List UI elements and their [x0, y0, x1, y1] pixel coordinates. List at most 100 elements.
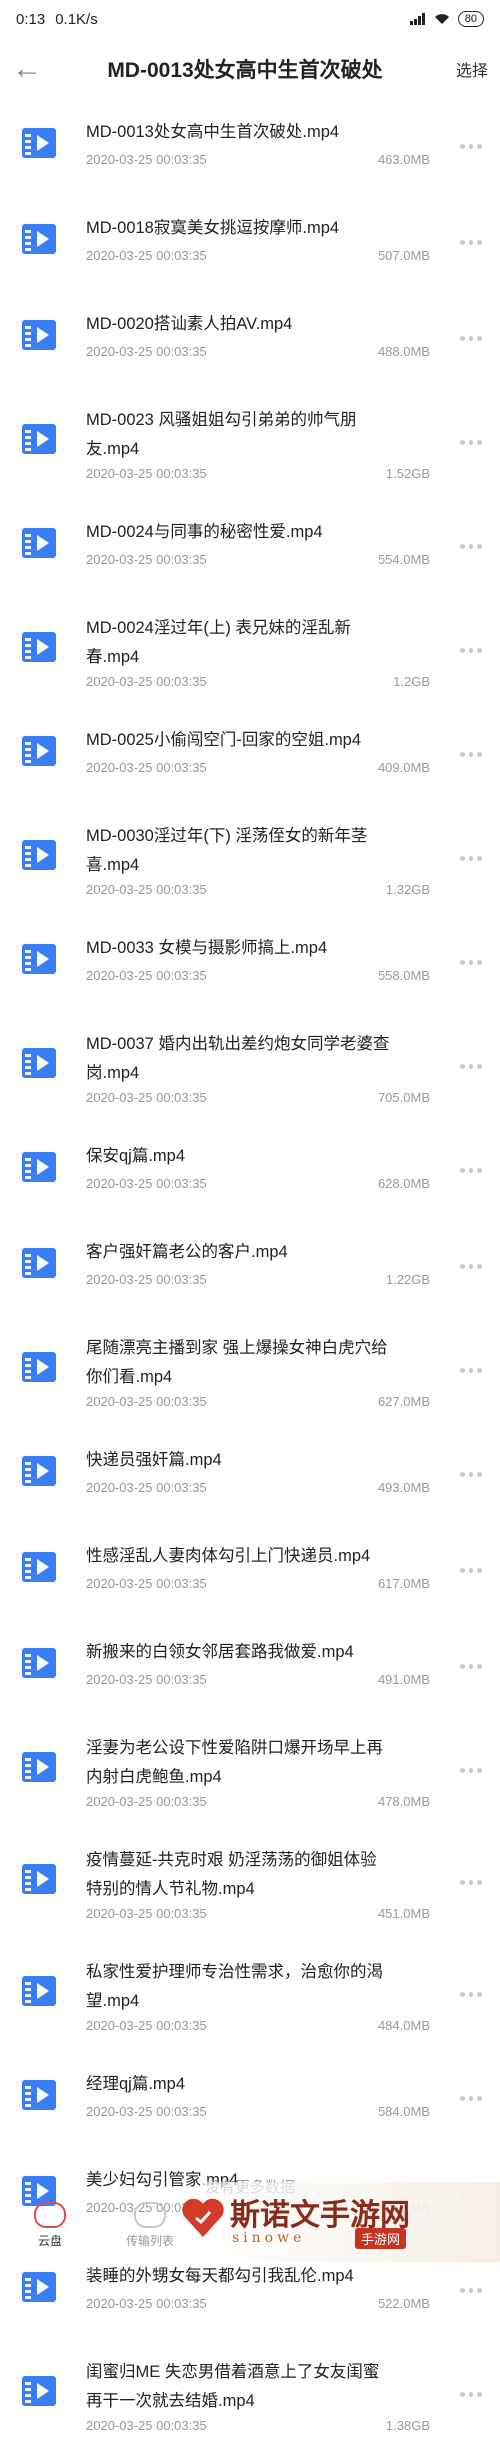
more-options-icon[interactable]: [460, 1368, 483, 1374]
more-options-icon[interactable]: [460, 2392, 483, 2398]
file-size: 488.0MB: [377, 344, 430, 359]
video-file-icon: [22, 632, 56, 662]
file-date: 2020-03-25 00:03:35: [86, 1272, 207, 1287]
video-file-icon: [22, 128, 56, 158]
file-row[interactable]: MD-0025小偷闯空门-回家的空姐.mp4 2020-03-25 00:03:3…: [0, 710, 500, 806]
file-name-line: MD-0024与同事的秘密性爱.mp4: [86, 523, 323, 541]
more-options-icon[interactable]: [460, 1768, 483, 1774]
file-row[interactable]: 经理qj篇.mp4 2020-03-25 00:03:35 584.0MB: [0, 2054, 500, 2150]
file-row[interactable]: 客户强奸篇老公的客户.mp4 2020-03-25 00:03:35 1.22GB: [0, 1222, 500, 1318]
file-name-line: 特别的情人节礼物.mp4: [86, 1880, 255, 1898]
file-name: 保安qj篇.mp4: [86, 1142, 436, 1171]
file-row[interactable]: MD-0013处女高中生首次破处.mp4 2020-03-25 00:03:35 4…: [0, 102, 500, 198]
file-name: 装睡的外甥女每天都勾引我乱伦.mp4: [86, 2262, 436, 2291]
file-name: MD-0018寂寞美女挑逗按摩师.mp4: [86, 214, 436, 243]
video-file-icon: [22, 224, 56, 254]
select-button[interactable]: 选择: [438, 57, 488, 81]
more-options-icon[interactable]: [460, 2288, 483, 2294]
more-options-icon[interactable]: [460, 1064, 483, 1070]
more-options-icon[interactable]: [460, 1664, 483, 1670]
video-file-icon: [22, 1552, 56, 1582]
file-name: 尾随漂亮主播到家 强上爆操女神白虎穴给 你们看.mp4: [86, 1334, 436, 1392]
file-size: 554.0MB: [377, 552, 430, 567]
file-row[interactable]: MD-0024淫过年(上) 表兄妹的淫乱新 春.mp4 2020-03-25 00:…: [0, 598, 500, 710]
status-time: 0:13: [16, 10, 46, 28]
video-file-icon: [22, 2080, 56, 2110]
file-name-line: MD-0024淫过年(上) 表兄妹的淫乱新: [86, 619, 351, 637]
file-row[interactable]: 新搬来的白领女邻居套路我做爱.mp4 2020-03-25 00:03:35 491…: [0, 1622, 500, 1718]
more-options-icon[interactable]: [460, 752, 483, 758]
file-name-line: 装睡的外甥女每天都勾引我乱伦.mp4: [86, 2267, 354, 2285]
file-size: 1.52GB: [385, 466, 430, 481]
file-name: 客户强奸篇老公的客户.mp4: [86, 1238, 436, 1267]
more-options-icon[interactable]: [460, 1992, 483, 1998]
file-name: MD-0024淫过年(上) 表兄妹的淫乱新 春.mp4: [86, 614, 436, 672]
file-name-line: 快递员强奸篇.mp4: [86, 1451, 222, 1469]
file-date: 2020-03-25 00:03:35: [86, 674, 207, 689]
file-row[interactable]: MD-0037 婚内出轨出差约炮女同学老婆查 岗.mp4 2020-03-25 00…: [0, 1014, 500, 1126]
more-options-icon[interactable]: [460, 1568, 483, 1574]
more-options-icon[interactable]: [460, 1472, 483, 1478]
back-arrow-icon[interactable]: ←: [12, 52, 52, 86]
file-size: 705.0MB: [377, 1090, 430, 1105]
status-bar: 0:13 0.1K/s 80: [0, 0, 500, 38]
heart-logo-icon: [182, 2198, 224, 2237]
file-row[interactable]: MD-0033 女模与摄影师搞上.mp4 2020-03-25 00:03:35 5…: [0, 918, 500, 1014]
tab-cloud-drive[interactable]: 云盘: [15, 2190, 85, 2249]
more-options-icon[interactable]: [460, 544, 483, 550]
more-options-icon[interactable]: [460, 1168, 483, 1174]
file-size: 451.0MB: [377, 1906, 430, 1921]
status-icons: 80: [409, 11, 484, 27]
tab-cloud-drive-label: 云盘: [37, 2234, 62, 2248]
file-name-line: 尾随漂亮主播到家 强上爆操女神白虎穴给: [86, 1339, 388, 1357]
file-size: 558.0MB: [377, 968, 430, 983]
more-options-icon[interactable]: [460, 2096, 483, 2102]
file-name: MD-0030淫过年(下) 淫荡侄女的新年茎 喜.mp4: [86, 822, 436, 880]
file-size: 628.0MB: [377, 1176, 430, 1191]
file-row[interactable]: MD-0020搭讪素人拍AV.mp4 2020-03-25 00:03:35 488…: [0, 294, 500, 390]
file-row[interactable]: 闺蜜归ME 失恋男借着酒意上了女友闺蜜 再干一次就去结婚.mp4 2020-03-2…: [0, 2342, 500, 2454]
file-name-line: 私家性爱护理师专治性需求，治愈你的渴: [86, 1963, 383, 1981]
file-row[interactable]: MD-0023 风骚姐姐勾引弟弟的帅气朋 友.mp4 2020-03-25 00:0…: [0, 390, 500, 502]
file-row[interactable]: MD-0030淫过年(下) 淫荡侄女的新年茎 喜.mp4 2020-03-25 00…: [0, 806, 500, 918]
more-options-icon[interactable]: [460, 1264, 483, 1270]
file-row[interactable]: 保安qj篇.mp4 2020-03-25 00:03:35 628.0MB: [0, 1126, 500, 1222]
file-name-line: MD-0023 风骚姐姐勾引弟弟的帅气朋: [86, 411, 357, 429]
file-date: 2020-03-25 00:03:35: [86, 1176, 207, 1191]
file-name-line: 客户强奸篇老公的客户.mp4: [86, 1243, 288, 1261]
file-name: 私家性爱护理师专治性需求，治愈你的渴 望.mp4: [86, 1958, 436, 2016]
file-name: MD-0037 婚内出轨出差约炮女同学老婆查 岗.mp4: [86, 1030, 436, 1088]
file-date: 2020-03-25 00:03:35: [86, 248, 207, 263]
more-options-icon[interactable]: [460, 240, 483, 246]
file-name-line: 内射白虎鲍鱼.mp4: [86, 1768, 222, 1786]
video-file-icon: [22, 1752, 56, 1782]
file-name-line: 淫妻为老公设下性爱陷阱口爆开场早上再: [86, 1739, 383, 1757]
more-options-icon[interactable]: [460, 336, 483, 342]
file-date: 2020-03-25 00:03:35: [86, 1906, 207, 1921]
tab-transfer-list-label: 传输列表: [125, 2234, 174, 2248]
file-row[interactable]: 淫妻为老公设下性爱陷阱口爆开场早上再 内射白虎鲍鱼.mp4 2020-03-25 0…: [0, 1718, 500, 1830]
file-name-line: 闺蜜归ME 失恋男借着酒意上了女友闺蜜: [86, 2363, 380, 2381]
more-options-icon[interactable]: [460, 144, 483, 150]
file-name-line: 疫情蔓延-共克时艰 奶淫荡荡的御姐体验: [86, 1851, 377, 1869]
file-row[interactable]: MD-0024与同事的秘密性爱.mp4 2020-03-25 00:03:35 55…: [0, 502, 500, 598]
file-row[interactable]: 快递员强奸篇.mp4 2020-03-25 00:03:35 493.0MB: [0, 1430, 500, 1526]
file-row[interactable]: 疫情蔓延-共克时艰 奶淫荡荡的御姐体验 特别的情人节礼物.mp4 2020-03-2…: [0, 1830, 500, 1942]
file-name-line: MD-0037 婚内出轨出差约炮女同学老婆查: [86, 1035, 390, 1053]
more-options-icon[interactable]: [460, 960, 483, 966]
tab-transfer-list[interactable]: 传输列表: [115, 2190, 185, 2249]
file-row[interactable]: MD-0018寂寞美女挑逗按摩师.mp4 2020-03-25 00:03:35 5…: [0, 198, 500, 294]
file-date: 2020-03-25 00:03:35: [86, 1480, 207, 1495]
file-name-line: 再干一次就去结婚.mp4: [86, 2392, 255, 2410]
file-row[interactable]: 私家性爱护理师专治性需求，治愈你的渴 望.mp4 2020-03-25 00:03:…: [0, 1942, 500, 2054]
more-options-icon[interactable]: [460, 648, 483, 654]
file-row[interactable]: 性感淫乱人妻肉体勾引上门快递员.mp4 2020-03-25 00:03:35 61…: [0, 1526, 500, 1622]
more-options-icon[interactable]: [460, 440, 483, 446]
file-name-line: 新搬来的白领女邻居套路我做爱.mp4: [86, 1643, 354, 1661]
file-row[interactable]: 尾随漂亮主播到家 强上爆操女神白虎穴给 你们看.mp4 2020-03-25 00:…: [0, 1318, 500, 1430]
more-options-icon[interactable]: [460, 1880, 483, 1886]
more-options-icon[interactable]: [460, 856, 483, 862]
file-name-line: 岗.mp4: [86, 1064, 140, 1082]
file-name-line: 春.mp4: [86, 648, 140, 666]
file-size: 627.0MB: [377, 1394, 430, 1409]
